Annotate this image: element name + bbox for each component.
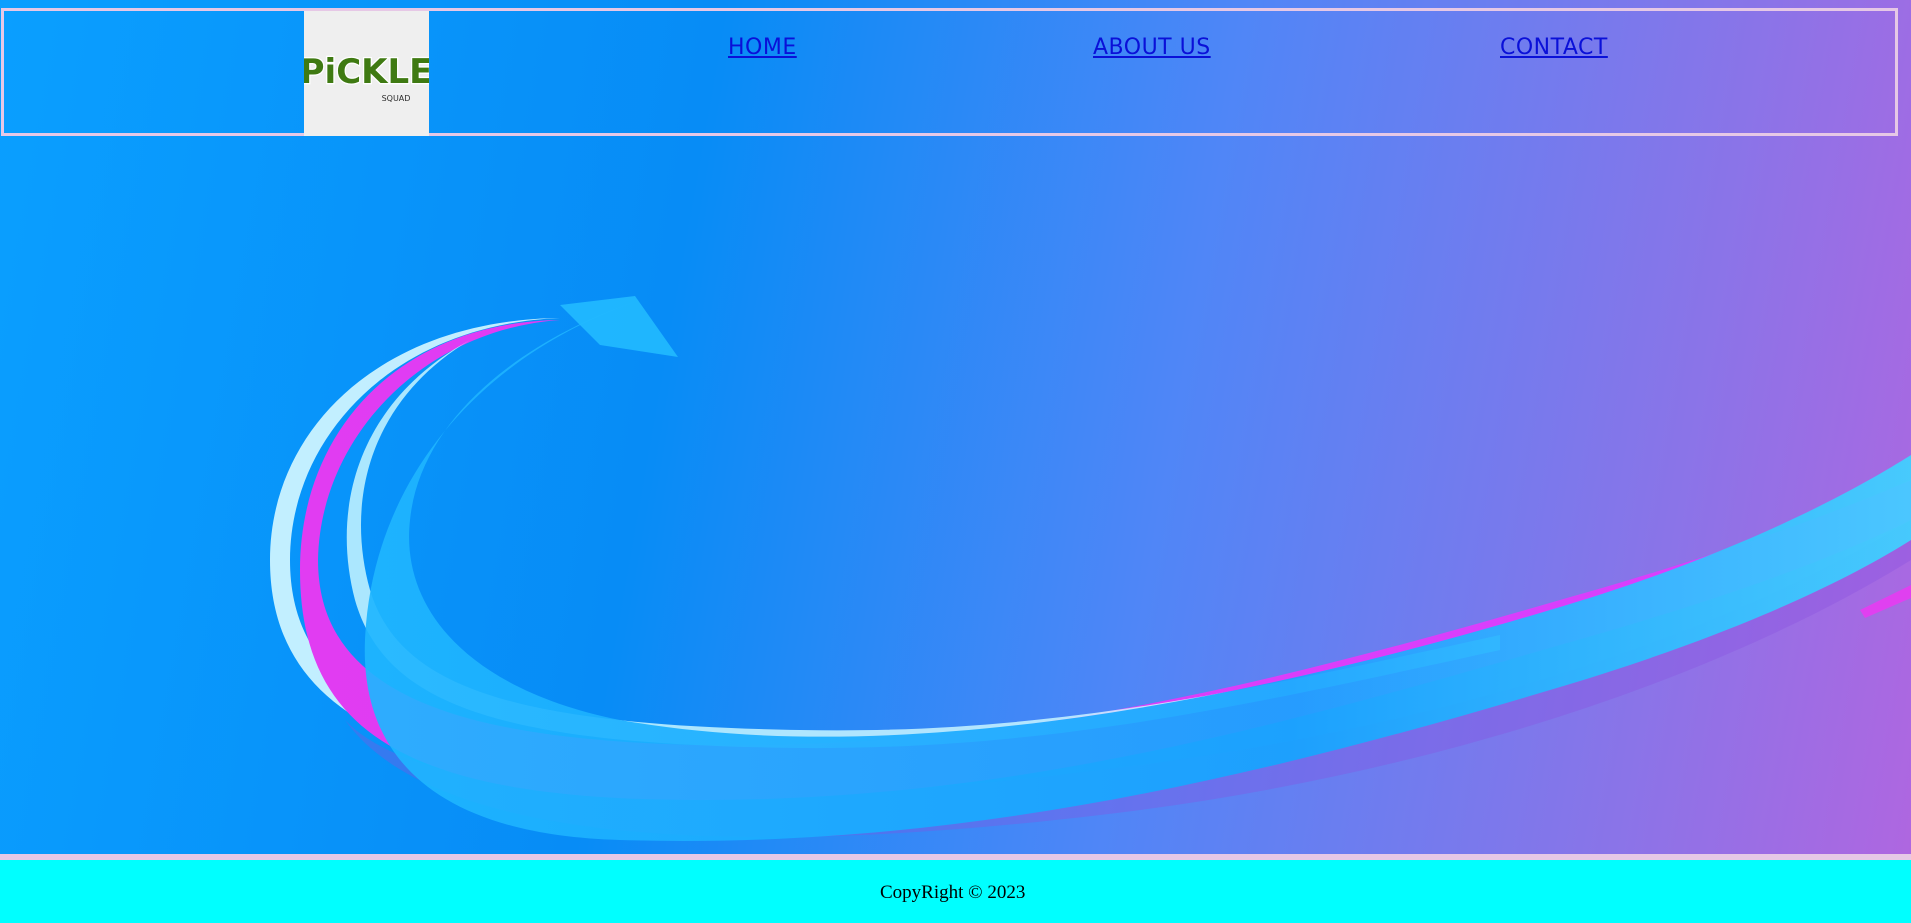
nav-home-link[interactable]: HOME: [728, 35, 797, 60]
hero-ribbon-art: [270, 296, 1911, 841]
logo-subword: SQUAD: [382, 94, 411, 103]
ribbon-tip: [560, 296, 678, 357]
logo[interactable]: PiCKLE SQUAD: [298, 11, 434, 136]
copyright-text: CopyRight © 2023: [880, 882, 1026, 903]
nav-contact-link[interactable]: CONTACT: [1500, 35, 1608, 60]
ribbon-sliver: [1860, 585, 1911, 618]
logo-word: PiCKLE: [304, 52, 429, 92]
footer: CopyRight © 2023: [0, 860, 1911, 923]
ribbon-cyan: [364, 300, 1911, 841]
navbar: PiCKLE SQUAD HOME ABOUT US CONTACT: [1, 8, 1898, 136]
nav-about-us-link[interactable]: ABOUT US: [1093, 35, 1211, 60]
pickle-mascot-icon: PiCKLE SQUAD: [298, 51, 433, 103]
